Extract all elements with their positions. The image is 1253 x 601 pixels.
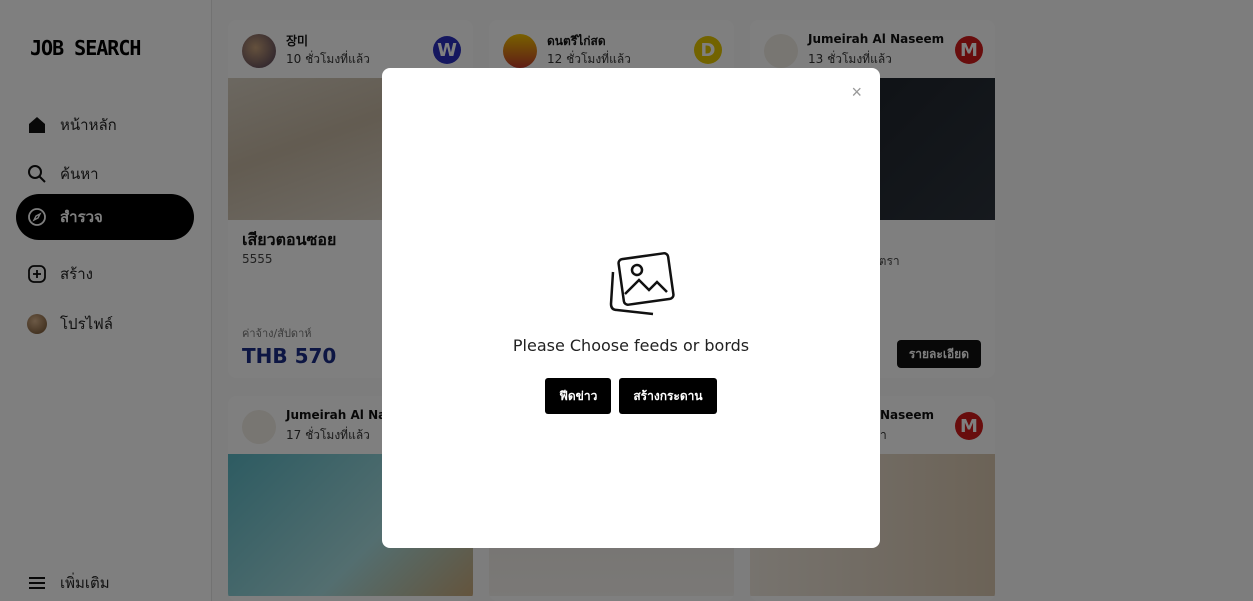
create-board-button[interactable]: สร้างกระดาน [619,378,717,414]
feed-button[interactable]: ฟีดข่าว [545,378,612,414]
image-gallery-icon [605,252,675,320]
modal-actions: ฟีดข่าว สร้างกระดาน [382,378,880,414]
modal-message: Please Choose feeds or bords [512,336,750,355]
close-button[interactable]: × [851,82,862,103]
choose-modal: × Please Choose feeds or bords ฟีดข่าว ส… [382,68,880,548]
